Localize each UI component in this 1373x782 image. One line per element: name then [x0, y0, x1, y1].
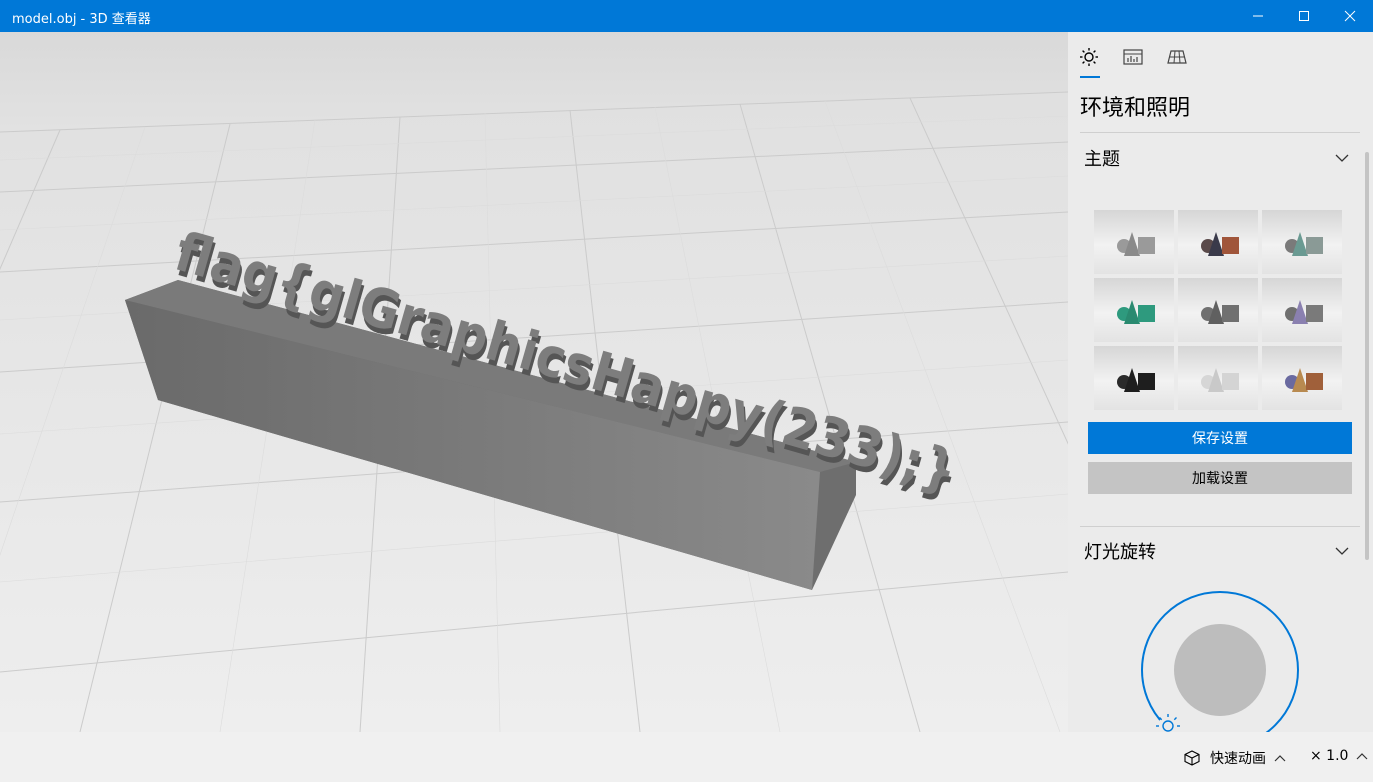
- minimize-icon: [1253, 15, 1263, 17]
- grid-icon: [1167, 50, 1187, 64]
- theme-brown-preview: [1201, 232, 1239, 256]
- status-bar: 快速动画 × 1.0: [0, 732, 1373, 782]
- minimize-button[interactable]: [1235, 0, 1281, 32]
- chevron-up-icon: [1357, 753, 1368, 760]
- chevron-down-icon: [1335, 547, 1349, 555]
- theme-gray-preview: [1117, 232, 1155, 256]
- divider: [1080, 526, 1360, 527]
- close-icon: [1344, 10, 1356, 22]
- load-settings-button[interactable]: 加载设置: [1088, 462, 1352, 494]
- animation-label: 快速动画: [1210, 751, 1266, 767]
- sun-icon: [1080, 48, 1098, 66]
- panel-heading: 环境和照明: [1080, 96, 1191, 121]
- tab-grid[interactable]: [1166, 46, 1188, 68]
- theme-thumb-green[interactable]: [1094, 278, 1174, 342]
- theme-green-preview: [1117, 300, 1155, 324]
- close-button[interactable]: [1327, 0, 1373, 32]
- maximize-button[interactable]: [1281, 0, 1327, 32]
- theme-white-preview: [1201, 368, 1239, 392]
- window-title: model.obj - 3D 查看器: [12, 12, 151, 27]
- theme-thumb-teal-gray[interactable]: [1262, 210, 1342, 274]
- light-rotation-dial[interactable]: [1128, 580, 1328, 732]
- light-section-title: 灯光旋转: [1084, 542, 1156, 563]
- 3d-viewport[interactable]: flag{glGraphicsHappy(233);} flag{glGraph…: [0, 32, 1068, 732]
- speed-label: × 1.0: [1310, 748, 1349, 764]
- animation-cube-icon: [1184, 750, 1200, 766]
- chevron-up-icon: [1274, 755, 1286, 762]
- light-handle-sun-icon[interactable]: [1156, 714, 1180, 732]
- viewport-scene: flag{glGraphicsHappy(233);} flag{glGraph…: [0, 91, 1068, 732]
- tab-stats[interactable]: [1122, 46, 1144, 68]
- theme-purple-preview: [1285, 300, 1323, 324]
- theme-thumb-gray[interactable]: [1094, 210, 1174, 274]
- speed-control[interactable]: × 1.0: [1310, 748, 1368, 764]
- chevron-down-icon: [1335, 154, 1349, 162]
- theme-thumb-white[interactable]: [1178, 346, 1258, 410]
- theme-gold-preview: [1285, 368, 1323, 392]
- light-preview-sphere: [1174, 624, 1266, 716]
- theme-thumb-dark-gray[interactable]: [1178, 278, 1258, 342]
- active-tab-indicator: [1080, 76, 1100, 78]
- animation-control[interactable]: 快速动画: [1182, 748, 1286, 768]
- theme-thumb-brown[interactable]: [1178, 210, 1258, 274]
- environment-panel: 环境和照明 主题 保存设置 加载设置 灯光旋转: [1068, 32, 1373, 732]
- save-settings-button[interactable]: 保存设置: [1088, 422, 1352, 454]
- theme-thumb-gold[interactable]: [1262, 346, 1342, 410]
- theme-grid: [1094, 210, 1342, 410]
- theme-teal-gray-preview: [1285, 232, 1323, 256]
- panel-scrollbar[interactable]: [1365, 152, 1369, 560]
- title-bar: model.obj - 3D 查看器: [0, 0, 1373, 32]
- theme-section-title: 主题: [1084, 149, 1120, 170]
- tab-environment[interactable]: [1078, 46, 1100, 68]
- stats-icon: [1123, 49, 1143, 65]
- theme-black-preview: [1117, 368, 1155, 392]
- maximize-icon: [1299, 11, 1309, 21]
- divider: [1080, 132, 1360, 133]
- theme-thumb-purple[interactable]: [1262, 278, 1342, 342]
- theme-dark-gray-preview: [1201, 300, 1239, 324]
- theme-thumb-black[interactable]: [1094, 346, 1174, 410]
